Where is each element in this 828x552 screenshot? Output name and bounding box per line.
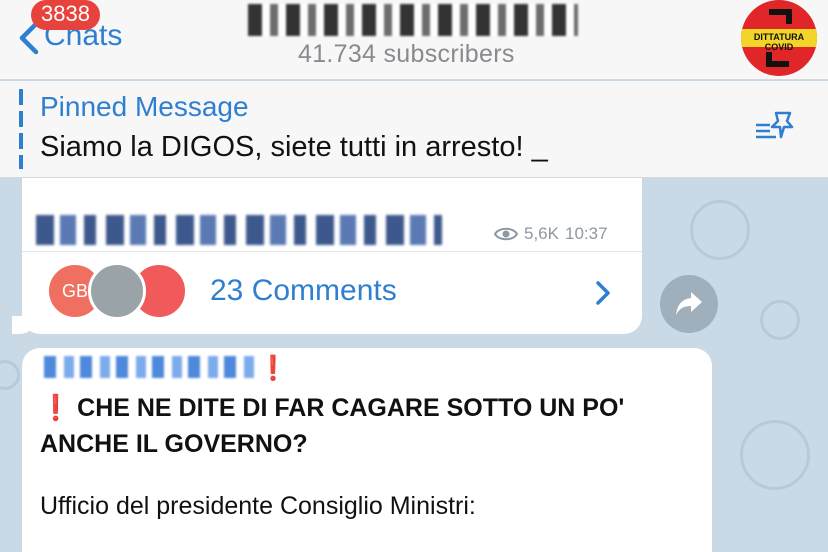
message-meta: 5,6K 10:37 [494, 224, 608, 244]
avatar-logo-icon [766, 9, 792, 67]
pin-list-icon[interactable] [754, 107, 798, 151]
pinned-text: Siamo la DIGOS, siete tutti in arresto! … [40, 131, 548, 163]
message-headline: ❗ CHE NE DITE DI FAR CAGARE SOTTO UN PO' … [40, 390, 700, 462]
pinned-message-bar[interactable]: Pinned Message Siamo la DIGOS, siete tut… [0, 81, 828, 178]
pinned-title: Pinned Message [40, 91, 249, 122]
channel-avatar[interactable]: DITTATURA COVID [741, 0, 817, 76]
message-time: 10:37 [564, 224, 608, 243]
eye-icon [494, 227, 518, 241]
wallpaper-doodle [0, 360, 20, 390]
chevron-right-icon[interactable] [594, 280, 612, 306]
chat-header: Chats 3838 41.734 subscribers DITTATURA … [0, 0, 828, 80]
exclamation-icon: ❗ [258, 355, 288, 382]
divider [22, 251, 642, 252]
comments-link[interactable]: 23 Comments [210, 274, 397, 308]
sender-name-pixelated [44, 356, 254, 378]
wallpaper-doodle [740, 420, 810, 490]
message-body-text: Ufficio del presidente Consiglio Ministr… [40, 492, 476, 520]
message-text-pixelated [36, 215, 442, 245]
exclamation-icon: ❗ [40, 394, 72, 422]
wallpaper-doodle [760, 300, 800, 340]
view-count: 5,6K [524, 224, 559, 243]
subscriber-count: 41.734 subscribers [298, 40, 515, 68]
message-headline-text: CHE NE DITE DI FAR CAGARE SOTTO UN PO' A… [40, 394, 625, 458]
forward-button[interactable] [660, 275, 718, 333]
pinned-indicator [19, 89, 23, 169]
forward-icon [676, 292, 702, 315]
commenter-avatar [88, 262, 146, 320]
unread-badge: 3838 [31, 0, 100, 30]
commenter-avatars: GB [46, 262, 196, 322]
channel-title-pixelated [248, 4, 578, 36]
wallpaper-doodle [690, 200, 750, 260]
